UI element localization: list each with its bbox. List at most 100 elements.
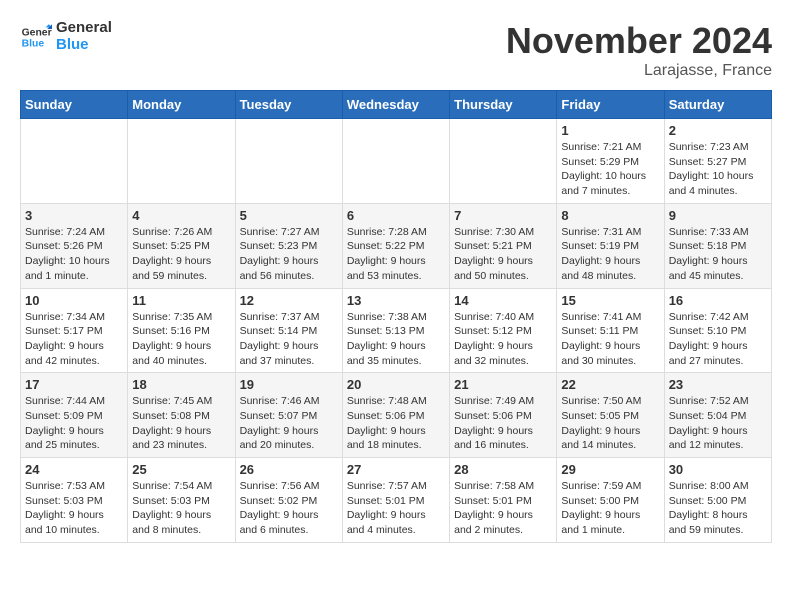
calendar-cell: 15 Sunrise: 7:41 AM Sunset: 5:11 PM Dayli… (557, 288, 664, 373)
day-number: 1 (561, 123, 659, 138)
calendar-cell: 8Sunrise: 7:31 AM Sunset: 5:19 PM Daylig… (557, 203, 664, 288)
day-number: 17 (25, 377, 123, 392)
day-number: 22 (561, 377, 659, 392)
day-number: 4 (132, 208, 230, 223)
day-content: Sunrise: 7:45 AM Sunset: 5:08 PM Dayligh… (132, 394, 230, 453)
weekday-header: Thursday (450, 91, 557, 119)
day-number: 14 (454, 293, 552, 308)
day-content: Sunrise: 7:40 AM Sunset: 5:12 PM Dayligh… (454, 310, 552, 369)
day-number: 18 (132, 377, 230, 392)
day-content: Sunrise: 7:34 AM Sunset: 5:17 PM Dayligh… (25, 310, 123, 369)
calendar-cell: 2 Sunrise: 7:23 AM Sunset: 5:27 PM Daylig… (664, 119, 771, 204)
day-number: 26 (240, 462, 338, 477)
day-content: Sunrise: 7:27 AM Sunset: 5:23 PM Dayligh… (240, 225, 338, 284)
calendar-cell: 20 Sunrise: 7:48 AM Sunset: 5:06 PM Dayli… (342, 373, 449, 458)
calendar-cell: 25 Sunrise: 7:54 AM Sunset: 5:03 PM Dayli… (128, 458, 235, 543)
calendar-cell (450, 119, 557, 204)
day-content: Sunrise: 7:28 AM Sunset: 5:22 PM Dayligh… (347, 225, 445, 284)
logo: General Blue General Blue (20, 20, 112, 53)
calendar-cell: 10 Sunrise: 7:34 AM Sunset: 5:17 PM Dayli… (21, 288, 128, 373)
day-number: 6 (347, 208, 445, 223)
calendar-cell (342, 119, 449, 204)
day-content: Sunrise: 7:24 AM Sunset: 5:26 PM Dayligh… (25, 225, 123, 284)
day-number: 11 (132, 293, 230, 308)
weekday-header: Wednesday (342, 91, 449, 119)
calendar-cell: 16Sunrise: 7:42 AM Sunset: 5:10 PM Dayli… (664, 288, 771, 373)
logo-icon: General Blue (20, 21, 52, 53)
logo-general: General (56, 20, 112, 37)
day-number: 2 (669, 123, 767, 138)
day-content: Sunrise: 7:30 AM Sunset: 5:21 PM Dayligh… (454, 225, 552, 284)
weekday-header: Friday (557, 91, 664, 119)
calendar-cell: 29 Sunrise: 7:59 AM Sunset: 5:00 PM Dayli… (557, 458, 664, 543)
day-content: Sunrise: 7:37 AM Sunset: 5:14 PM Dayligh… (240, 310, 338, 369)
calendar-table: SundayMondayTuesdayWednesdayThursdayFrid… (20, 90, 772, 543)
calendar-cell: 18 Sunrise: 7:45 AM Sunset: 5:08 PM Dayli… (128, 373, 235, 458)
svg-text:General: General (22, 27, 52, 38)
title-area: November 2024 Larajasse, France (506, 20, 772, 80)
day-number: 20 (347, 377, 445, 392)
day-number: 7 (454, 208, 552, 223)
day-number: 29 (561, 462, 659, 477)
weekday-header: Sunday (21, 91, 128, 119)
calendar-cell: 21Sunrise: 7:49 AM Sunset: 5:06 PM Dayli… (450, 373, 557, 458)
day-content: Sunrise: 7:31 AM Sunset: 5:19 PM Dayligh… (561, 225, 659, 284)
day-number: 13 (347, 293, 445, 308)
day-number: 25 (132, 462, 230, 477)
svg-text:Blue: Blue (22, 38, 45, 49)
calendar-cell: 14 Sunrise: 7:40 AM Sunset: 5:12 PM Dayli… (450, 288, 557, 373)
calendar-cell: 4 Sunrise: 7:26 AM Sunset: 5:25 PM Daylig… (128, 203, 235, 288)
day-content: Sunrise: 7:59 AM Sunset: 5:00 PM Dayligh… (561, 479, 659, 538)
month-title: November 2024 (506, 20, 772, 62)
day-content: Sunrise: 7:23 AM Sunset: 5:27 PM Dayligh… (669, 140, 767, 199)
day-content: Sunrise: 7:58 AM Sunset: 5:01 PM Dayligh… (454, 479, 552, 538)
day-number: 27 (347, 462, 445, 477)
day-number: 24 (25, 462, 123, 477)
calendar-cell: 28 Sunrise: 7:58 AM Sunset: 5:01 PM Dayli… (450, 458, 557, 543)
day-content: Sunrise: 7:35 AM Sunset: 5:16 PM Dayligh… (132, 310, 230, 369)
day-number: 12 (240, 293, 338, 308)
calendar-cell: 27Sunrise: 7:57 AM Sunset: 5:01 PM Dayli… (342, 458, 449, 543)
calendar-body: 1 Sunrise: 7:21 AM Sunset: 5:29 PM Daylig… (21, 119, 772, 543)
day-content: Sunrise: 7:54 AM Sunset: 5:03 PM Dayligh… (132, 479, 230, 538)
calendar-cell: 11 Sunrise: 7:35 AM Sunset: 5:16 PM Dayli… (128, 288, 235, 373)
day-content: Sunrise: 7:44 AM Sunset: 5:09 PM Dayligh… (25, 394, 123, 453)
day-content: Sunrise: 7:48 AM Sunset: 5:06 PM Dayligh… (347, 394, 445, 453)
calendar-week-row: 17 Sunrise: 7:44 AM Sunset: 5:09 PM Dayli… (21, 373, 772, 458)
calendar-cell: 19Sunrise: 7:46 AM Sunset: 5:07 PM Dayli… (235, 373, 342, 458)
day-content: Sunrise: 7:41 AM Sunset: 5:11 PM Dayligh… (561, 310, 659, 369)
calendar-week-row: 10 Sunrise: 7:34 AM Sunset: 5:17 PM Dayli… (21, 288, 772, 373)
calendar-cell: 9Sunrise: 7:33 AM Sunset: 5:18 PM Daylig… (664, 203, 771, 288)
day-number: 21 (454, 377, 552, 392)
calendar-cell: 22 Sunrise: 7:50 AM Sunset: 5:05 PM Dayli… (557, 373, 664, 458)
day-number: 19 (240, 377, 338, 392)
day-number: 23 (669, 377, 767, 392)
day-number: 30 (669, 462, 767, 477)
calendar-cell: 26Sunrise: 7:56 AM Sunset: 5:02 PM Dayli… (235, 458, 342, 543)
calendar-cell: 3 Sunrise: 7:24 AM Sunset: 5:26 PM Daylig… (21, 203, 128, 288)
day-content: Sunrise: 8:00 AM Sunset: 5:00 PM Dayligh… (669, 479, 767, 538)
day-content: Sunrise: 7:52 AM Sunset: 5:04 PM Dayligh… (669, 394, 767, 453)
day-number: 15 (561, 293, 659, 308)
day-number: 10 (25, 293, 123, 308)
day-content: Sunrise: 7:42 AM Sunset: 5:10 PM Dayligh… (669, 310, 767, 369)
calendar-cell: 13 Sunrise: 7:38 AM Sunset: 5:13 PM Dayli… (342, 288, 449, 373)
calendar-cell: 23 Sunrise: 7:52 AM Sunset: 5:04 PM Dayli… (664, 373, 771, 458)
day-content: Sunrise: 7:50 AM Sunset: 5:05 PM Dayligh… (561, 394, 659, 453)
calendar-cell: 24Sunrise: 7:53 AM Sunset: 5:03 PM Dayli… (21, 458, 128, 543)
calendar-week-row: 3 Sunrise: 7:24 AM Sunset: 5:26 PM Daylig… (21, 203, 772, 288)
day-content: Sunrise: 7:38 AM Sunset: 5:13 PM Dayligh… (347, 310, 445, 369)
calendar-cell: 12 Sunrise: 7:37 AM Sunset: 5:14 PM Dayli… (235, 288, 342, 373)
calendar-cell: 30 Sunrise: 8:00 AM Sunset: 5:00 PM Dayli… (664, 458, 771, 543)
day-number: 28 (454, 462, 552, 477)
day-content: Sunrise: 7:26 AM Sunset: 5:25 PM Dayligh… (132, 225, 230, 284)
day-number: 3 (25, 208, 123, 223)
day-content: Sunrise: 7:21 AM Sunset: 5:29 PM Dayligh… (561, 140, 659, 199)
calendar-week-row: 1 Sunrise: 7:21 AM Sunset: 5:29 PM Daylig… (21, 119, 772, 204)
calendar-cell: 5Sunrise: 7:27 AM Sunset: 5:23 PM Daylig… (235, 203, 342, 288)
weekday-header: Saturday (664, 91, 771, 119)
calendar-header-row: SundayMondayTuesdayWednesdayThursdayFrid… (21, 91, 772, 119)
day-number: 9 (669, 208, 767, 223)
location-title: Larajasse, France (506, 62, 772, 80)
calendar-cell: 7 Sunrise: 7:30 AM Sunset: 5:21 PM Daylig… (450, 203, 557, 288)
